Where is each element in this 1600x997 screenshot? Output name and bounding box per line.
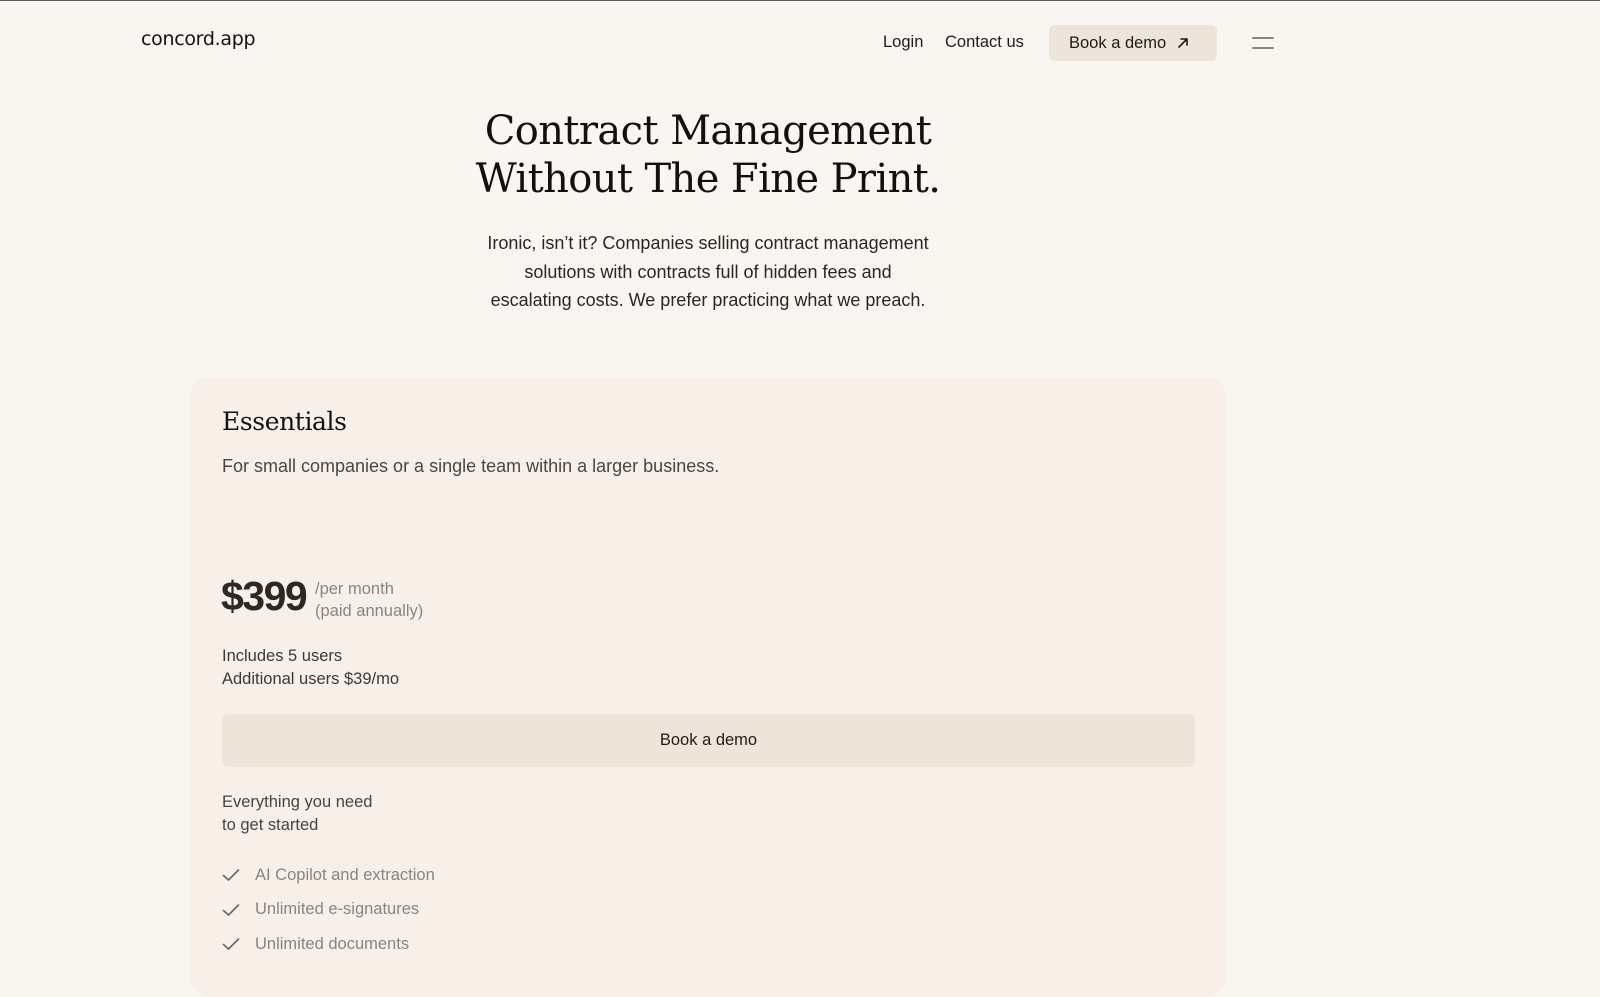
plan-users: Includes 5 users Additional users $39/mo	[222, 645, 399, 690]
top-border	[0, 0, 1600, 1]
check-icon	[222, 938, 240, 951]
arrow-up-right-icon	[1178, 38, 1189, 48]
hero-title-line-1: Contract Management	[484, 108, 932, 154]
hero-title-line-2: Without The Fine Print.	[475, 156, 941, 202]
hero-subtitle-line-2: solutions with contracts full of hidden …	[524, 261, 892, 282]
plan-description: For small companies or a single team wit…	[222, 456, 720, 476]
hero-subtitle-line-1: Ironic, isn’t it? Companies selling cont…	[487, 233, 929, 253]
plan-users-additional: Additional users $39/mo	[222, 669, 400, 688]
hero-subtitle-line-3: escalating costs. We prefer practicing w…	[490, 290, 926, 310]
book-demo-button[interactable]: Book a demo	[1049, 25, 1217, 61]
price-period-line-2: (paid annually)	[315, 602, 424, 620]
features-heading-line-1: Everything you need	[222, 793, 373, 811]
feature-label: Unlimited documents	[255, 934, 410, 953]
check-icon	[222, 903, 240, 916]
book-demo-label: Book a demo	[1069, 34, 1167, 52]
price-period: /per month (paid annually)	[315, 578, 423, 622]
plan-name: Essentials	[222, 407, 347, 436]
features-list: AI Copilot and extraction Unlimited e-si…	[222, 858, 435, 962]
nav-login-link[interactable]: Login	[883, 33, 923, 52]
feature-label: Unlimited e-signatures	[255, 900, 420, 919]
features-heading: Everything you need to get started	[222, 791, 372, 836]
feature-item: Unlimited documents	[222, 927, 435, 962]
plan-price: $399	[221, 573, 308, 619]
logo[interactable]: concord.app	[141, 28, 256, 50]
menu-icon[interactable]	[1252, 35, 1274, 51]
feature-item: AI Copilot and extraction	[222, 858, 435, 893]
plan-book-demo-button[interactable]: Book a demo	[222, 714, 1195, 767]
hero-title: Contract Management Without The Fine Pri…	[408, 107, 1008, 203]
feature-label: AI Copilot and extraction	[255, 865, 435, 884]
price-period-line-1: /per month	[315, 580, 394, 598]
feature-item: Unlimited e-signatures	[222, 893, 435, 928]
features-heading-line-2: to get started	[222, 815, 319, 834]
nav-contact-link[interactable]: Contact us	[945, 33, 1024, 52]
check-icon	[222, 869, 240, 882]
hero-subtitle: Ironic, isn’t it? Companies selling cont…	[458, 229, 958, 315]
plan-users-included: Includes 5 users	[222, 647, 343, 665]
